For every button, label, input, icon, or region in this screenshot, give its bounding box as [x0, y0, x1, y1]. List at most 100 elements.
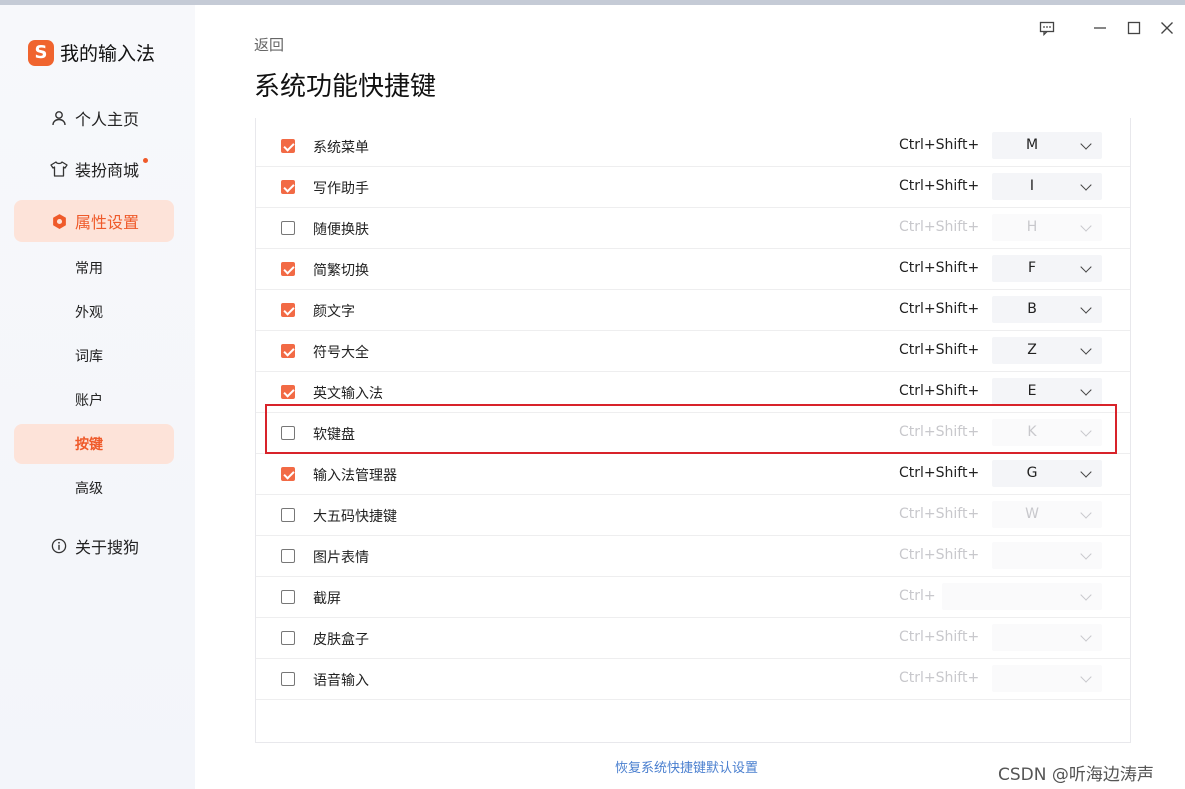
back-link[interactable]: 返回	[254, 34, 284, 55]
chevron-down-icon	[1080, 220, 1092, 232]
sidebar-subitem-appearance[interactable]: 外观	[14, 292, 174, 332]
shortcut-checkbox[interactable]	[281, 344, 295, 358]
shortcut-checkbox[interactable]	[281, 262, 295, 276]
shortcut-row: 截屏 Ctrl+	[256, 576, 1130, 618]
chevron-down-icon	[1080, 261, 1092, 273]
info-icon	[50, 537, 68, 555]
close-icon[interactable]	[1157, 18, 1177, 38]
sidebar-item-about[interactable]: 关于搜狗	[14, 525, 174, 567]
shortcut-label: 皮肤盒子	[313, 632, 369, 648]
shortcut-key-select[interactable]: F	[992, 255, 1102, 282]
shortcut-row: 简繁切换 Ctrl+Shift+ F	[256, 248, 1130, 290]
shortcut-checkbox[interactable]	[281, 590, 295, 604]
shortcut-key-value: B	[1027, 301, 1037, 317]
shortcut-row: 颜文字 Ctrl+Shift+ B	[256, 289, 1130, 331]
shortcut-row: 系统菜单 Ctrl+Shift+ M	[256, 125, 1130, 167]
shortcut-key-select[interactable]: G	[992, 460, 1102, 487]
shortcut-label: 简繁切换	[313, 263, 369, 279]
shortcut-modifier: Ctrl+Shift+	[899, 137, 980, 153]
shortcut-key-value: G	[1026, 465, 1038, 481]
page-title: 系统功能快捷键	[254, 72, 437, 102]
chevron-down-icon	[1080, 343, 1092, 355]
sidebar-subitem-account[interactable]: 账户	[14, 380, 174, 420]
shortcut-modifier: Ctrl+Shift+	[899, 342, 980, 358]
notification-dot	[143, 158, 148, 163]
minimize-icon[interactable]	[1090, 18, 1110, 38]
shortcut-label: 写作助手	[313, 181, 369, 197]
shortcut-checkbox[interactable]	[281, 508, 295, 522]
shortcut-row: 皮肤盒子 Ctrl+Shift+	[256, 617, 1130, 659]
shortcut-key-select[interactable]: H	[992, 214, 1102, 241]
chevron-down-icon	[1080, 589, 1092, 601]
shortcut-key-select[interactable]: E	[992, 378, 1102, 405]
sidebar-item-label: 属性设置	[75, 213, 140, 232]
shortcut-modifier: Ctrl+Shift+	[899, 383, 980, 399]
shortcut-label: 随便换肤	[313, 222, 369, 238]
maximize-icon[interactable]	[1124, 18, 1144, 38]
shortcut-key-select[interactable]: M	[992, 132, 1102, 159]
watermark: CSDN @听海边涛声	[998, 765, 1154, 785]
shortcut-key-select[interactable]: I	[992, 173, 1102, 200]
shortcut-checkbox[interactable]	[281, 180, 295, 194]
shortcut-key-select[interactable]	[992, 624, 1102, 651]
shirt-icon	[50, 160, 68, 178]
shortcut-label: 符号大全	[313, 345, 369, 361]
shortcut-key-value: F	[1027, 260, 1037, 276]
shortcut-checkbox[interactable]	[281, 303, 295, 317]
chevron-down-icon	[1080, 138, 1092, 150]
shortcut-label: 输入法管理器	[313, 468, 397, 484]
shortcut-key-value: M	[1025, 137, 1039, 153]
shortcut-label: 截屏	[313, 591, 341, 607]
sidebar-item-label: 个人主页	[75, 110, 140, 129]
chevron-down-icon	[1080, 630, 1092, 642]
shortcut-row: 语音输入 Ctrl+Shift+	[256, 658, 1130, 700]
chevron-down-icon	[1080, 179, 1092, 191]
shortcut-key-select[interactable]: Z	[992, 337, 1102, 364]
shortcut-key-select[interactable]: W	[992, 501, 1102, 528]
chevron-down-icon	[1080, 466, 1092, 478]
sidebar-item-settings[interactable]: 属性设置	[14, 200, 174, 242]
shortcut-label: 图片表情	[313, 550, 369, 566]
feedback-icon[interactable]	[1037, 18, 1057, 38]
sidebar-item-label: 装扮商城	[75, 161, 140, 180]
shortcut-row: 大五码快捷键 Ctrl+Shift+ W	[256, 494, 1130, 536]
restore-defaults-link[interactable]: 恢复系统快捷键默认设置	[615, 757, 758, 776]
chevron-down-icon	[1080, 671, 1092, 683]
sidebar-subitem-dictionary[interactable]: 词库	[14, 336, 174, 376]
sidebar-subitem-general[interactable]: 常用	[14, 248, 174, 288]
shortcut-row: 图片表情 Ctrl+Shift+	[256, 535, 1130, 577]
chevron-down-icon	[1080, 302, 1092, 314]
shortcut-checkbox[interactable]	[281, 631, 295, 645]
shortcut-key-select[interactable]	[942, 583, 1102, 610]
shortcut-modifier: Ctrl+Shift+	[899, 506, 980, 522]
chevron-down-icon	[1080, 548, 1092, 560]
shortcut-checkbox[interactable]	[281, 385, 295, 399]
sidebar-item-profile[interactable]: 个人主页	[14, 97, 174, 139]
shortcut-modifier: Ctrl+Shift+	[899, 219, 980, 235]
shortcut-checkbox[interactable]	[281, 139, 295, 153]
shortcut-modifier: Ctrl+Shift+	[899, 260, 980, 276]
app-logo: S 我的输入法	[28, 39, 155, 66]
sidebar-item-store[interactable]: 装扮商城	[14, 148, 174, 190]
shortcut-modifier: Ctrl+Shift+	[899, 301, 980, 317]
shortcut-checkbox[interactable]	[281, 549, 295, 563]
shortcut-row: 输入法管理器 Ctrl+Shift+ G	[256, 453, 1130, 495]
shortcut-key-select[interactable]	[992, 542, 1102, 569]
shortcut-label: 英文输入法	[313, 386, 383, 402]
shortcut-checkbox[interactable]	[281, 672, 295, 686]
hexagon-icon	[50, 212, 68, 230]
shortcut-modifier: Ctrl+Shift+	[899, 670, 980, 686]
sidebar-subitem-advanced[interactable]: 高级	[14, 468, 174, 508]
shortcut-key-select[interactable]: B	[992, 296, 1102, 323]
sidebar-subitem-keys[interactable]: 按键	[14, 424, 174, 464]
shortcut-key-select[interactable]	[992, 665, 1102, 692]
shortcut-checkbox[interactable]	[281, 467, 295, 481]
shortcut-label: 大五码快捷键	[313, 509, 397, 525]
shortcut-label: 系统菜单	[313, 140, 369, 156]
chevron-down-icon	[1080, 384, 1092, 396]
shortcut-row: 符号大全 Ctrl+Shift+ Z	[256, 330, 1130, 372]
shortcut-modifier: Ctrl+Shift+	[899, 547, 980, 563]
shortcut-key-value: Z	[1027, 342, 1037, 358]
sidebar: S 我的输入法 个人主页 装扮商城 属性设置 常用 外观 词库 账户 按键 高级…	[0, 5, 195, 789]
shortcut-checkbox[interactable]	[281, 221, 295, 235]
